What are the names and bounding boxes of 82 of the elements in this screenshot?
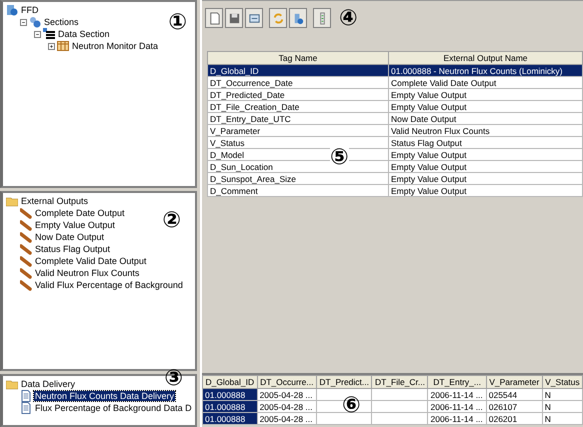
table-cell[interactable]: Valid Neutron Flux Counts — [388, 124, 582, 136]
table-cell[interactable]: 01.000888 - Neutron Flux Counts (Lominicky) — [388, 64, 582, 76]
tree-item[interactable]: Empty Value Output — [34, 220, 116, 230]
table-cell: N — [542, 400, 582, 412]
table-cell: 01.000888 — [202, 400, 258, 412]
column-header[interactable]: Tag Name — [208, 52, 388, 64]
table-cell: 026201 — [486, 412, 542, 424]
table-cell: 2005-04-28 ... — [257, 400, 316, 412]
column-header[interactable]: V_Parameter — [486, 376, 542, 388]
tree-item[interactable]: FFD — [20, 5, 40, 15]
table-cell: 2005-04-28 ... — [257, 388, 316, 400]
table-cell: 01.000888 — [202, 388, 258, 400]
tree-item[interactable]: Neutron Monitor Data — [71, 41, 160, 51]
tree-item[interactable]: Now Date Output — [34, 232, 106, 242]
table-cell[interactable]: Empty Value Output — [388, 100, 582, 112]
tree-item[interactable]: Status Flag Output — [34, 244, 112, 254]
callout-number: ⑥ — [342, 395, 361, 417]
tree-item[interactable]: External Outputs — [20, 196, 90, 206]
document-icon — [20, 390, 32, 402]
toolbar-button[interactable] — [313, 8, 331, 28]
tree-item[interactable]: Sections — [43, 17, 80, 27]
table-cell: N — [542, 388, 582, 400]
table-cell[interactable]: Complete Valid Date Output — [388, 76, 582, 88]
new-file-icon — [208, 12, 220, 24]
tree-item[interactable]: Neutron Flux Counts Data Delivery — [34, 391, 176, 401]
column-header[interactable]: DT_Predict... — [316, 376, 372, 388]
tree-item[interactable]: Complete Valid Date Output — [34, 256, 148, 266]
table-cell[interactable]: D_Global_ID — [208, 64, 388, 76]
table-cell[interactable]: DT_Occurrence_Date — [208, 76, 388, 88]
table-cell[interactable]: V_Parameter — [208, 124, 388, 136]
column-header[interactable]: DT_Entry_... — [428, 376, 486, 388]
table-cell: 025544 — [486, 388, 542, 400]
column-header[interactable]: V_Status — [542, 376, 582, 388]
callout-number: ③ — [164, 368, 183, 390]
table-cell[interactable]: Status Flag Output — [388, 136, 582, 148]
column-header[interactable]: DT_Occurre... — [257, 376, 316, 388]
save-icon — [228, 12, 240, 24]
column-header[interactable]: External Output Name — [388, 52, 582, 64]
refresh-icon — [272, 12, 284, 24]
callout-number: ② — [162, 210, 181, 232]
table-cell: N — [542, 412, 582, 424]
collapse-icon[interactable] — [34, 30, 41, 38]
table-cell[interactable]: Now Date Output — [388, 112, 582, 124]
table-cell[interactable]: D_Comment — [208, 184, 388, 196]
table-cell: 026107 — [486, 400, 542, 412]
table-cell: 2006-11-14 ... — [428, 400, 486, 412]
table-cell[interactable]: Empty Value Output — [388, 172, 582, 184]
toolbar-button[interactable] — [269, 8, 287, 28]
toolbar-button[interactable] — [245, 8, 263, 28]
table-cell[interactable]: Empty Value Output — [388, 184, 582, 196]
folder-icon — [6, 195, 18, 207]
table-cell: 2005-04-28 ... — [257, 412, 316, 424]
list-icon — [43, 28, 55, 40]
collapse-icon[interactable] — [20, 18, 27, 26]
tree-item[interactable]: Data Section — [57, 29, 111, 39]
table-cell: 2006-11-14 ... — [428, 388, 486, 400]
tree-item[interactable]: Flux Percentage of Background Data D — [34, 403, 193, 413]
table-cell[interactable]: D_Sunspot_Area_Size — [208, 172, 388, 184]
table-cell[interactable]: DT_Predicted_Date — [208, 88, 388, 100]
tree-item[interactable]: Complete Date Output — [34, 208, 126, 218]
folder-icon — [6, 378, 18, 390]
app-icon — [6, 4, 18, 16]
tree-item[interactable]: Data Delivery — [20, 379, 76, 389]
column-header[interactable]: DT_File_Cr... — [372, 376, 428, 388]
tree-item[interactable]: Valid Flux Percentage of Background — [34, 280, 184, 290]
column-header[interactable]: D_Global_ID — [202, 376, 258, 388]
table-icon — [57, 40, 69, 52]
callout-number: ④ — [339, 6, 358, 30]
table-cell[interactable]: DT_Entry_Date_UTC — [208, 112, 388, 124]
table-cell[interactable]: Empty Value Output — [388, 148, 582, 160]
toolbar-button[interactable] — [205, 8, 223, 28]
table-cell[interactable]: Empty Value Output — [388, 160, 582, 172]
toolbar-button[interactable] — [289, 8, 307, 28]
table-cell[interactable]: DT_File_Creation_Date — [208, 100, 388, 112]
tree-item[interactable]: Valid Neutron Flux Counts — [34, 268, 140, 278]
table-cell[interactable]: Empty Value Output — [388, 88, 582, 100]
table-cell: 01.000888 — [202, 412, 258, 424]
callout-number: ① — [168, 12, 187, 34]
toolbar-button[interactable] — [225, 8, 243, 28]
expand-icon[interactable] — [48, 42, 55, 50]
table-cell: 2006-11-14 ... — [428, 412, 486, 424]
document-icon — [20, 402, 32, 414]
